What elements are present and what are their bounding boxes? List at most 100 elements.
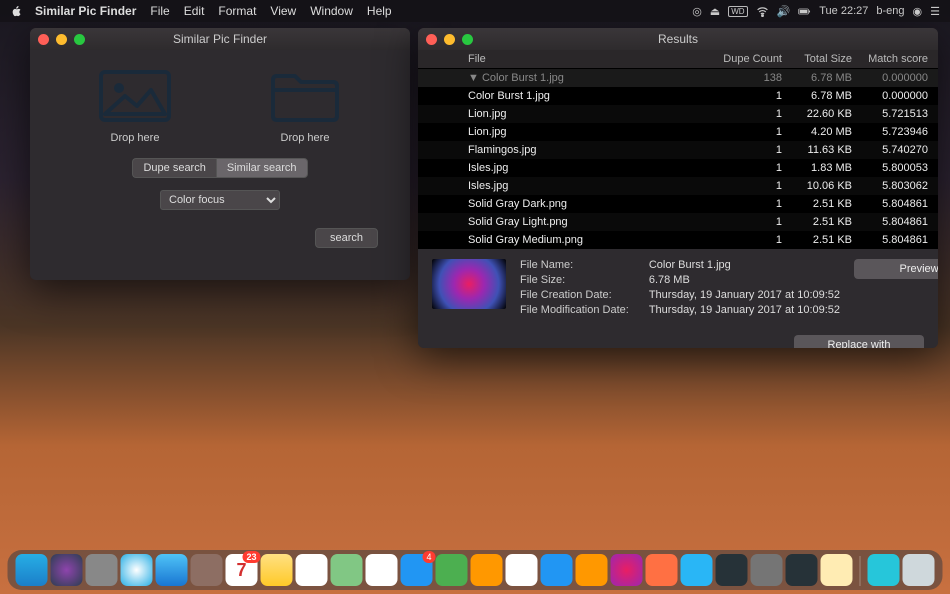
badge: 4 [422,551,435,563]
cell-size: 22.60 KB [788,105,858,123]
dock-mail-icon[interactable] [156,554,188,586]
results-table[interactable]: ▼ Color Burst 1.jpg1386.78 MB0.000000Col… [418,69,938,249]
cell-score: 0.000000 [858,69,938,87]
cell-score: 5.804861 [858,195,938,213]
dock: 723 4 [8,550,943,590]
dock-garageband-icon[interactable] [576,554,608,586]
results-header: File Dupe Count Total Size Match score [418,50,938,69]
dock-facetime-icon[interactable] [436,554,468,586]
dock-xcode-icon[interactable] [716,554,748,586]
dock-trash-icon[interactable] [903,554,935,586]
table-row[interactable]: Solid Gray Dark.png12.51 KB5.804861 [418,195,938,213]
status-airplay-icon[interactable]: ⏏ [710,5,720,18]
status-notification-icon[interactable]: ☰ [930,5,940,18]
cell-size: 2.51 KB [788,231,858,249]
cell-file: Lion.jpg [418,105,708,123]
dock-downloads-icon[interactable] [868,554,900,586]
dock-reminders-icon[interactable] [296,554,328,586]
status-wifi-icon[interactable] [756,5,769,18]
dock-appstore-icon[interactable] [681,554,713,586]
cell-file: Lion.jpg [418,123,708,141]
cell-size: 6.78 MB [788,69,858,87]
cell-size: 10.06 KB [788,177,858,195]
cell-dupe: 1 [708,231,788,249]
finder-titlebar[interactable]: Similar Pic Finder [30,28,410,50]
preview-button[interactable]: Preview [854,259,938,279]
symlink-button[interactable]: Replace with Symbolic Link [794,335,924,348]
table-row[interactable]: Solid Gray Medium.png12.51 KB5.804861 [418,231,938,249]
status-volume-icon[interactable]: 🔊 [777,5,791,18]
menubar: Similar Pic Finder File Edit Format View… [0,0,950,22]
dock-preferences-icon[interactable] [751,554,783,586]
cell-size: 4.20 MB [788,123,858,141]
status-battery-icon[interactable] [798,5,811,18]
dock-maps-icon[interactable] [331,554,363,586]
badge: 23 [242,551,260,563]
dock-safari-icon[interactable] [121,554,153,586]
cell-size: 2.51 KB [788,195,858,213]
dock-itunes-icon[interactable] [611,554,643,586]
image-icon [95,66,175,126]
dock-launchpad-icon[interactable] [86,554,118,586]
app-name[interactable]: Similar Pic Finder [35,4,136,18]
results-titlebar[interactable]: Results [418,28,938,50]
detail-value-name: Color Burst 1.jpg [649,259,840,271]
detail-label-modified: File Modification Date: [520,304,629,316]
dock-photos-icon[interactable] [366,554,398,586]
cell-size: 1.83 MB [788,159,858,177]
menu-edit[interactable]: Edit [184,4,205,18]
table-row[interactable]: Lion.jpg122.60 KB5.721513 [418,105,938,123]
dock-similar-pic-finder-icon[interactable] [821,554,853,586]
dropzone-folder-label: Drop here [281,132,330,144]
menu-window[interactable]: Window [310,4,353,18]
table-row[interactable]: Flamingos.jpg111.63 KB5.740270 [418,141,938,159]
col-file[interactable]: File [418,50,708,68]
table-row[interactable]: Color Burst 1.jpg16.78 MB0.000000 [418,87,938,105]
dock-contacts-icon[interactable] [191,554,223,586]
dock-terminal-icon[interactable] [786,554,818,586]
focus-select[interactable]: Color focus [160,190,280,210]
seg-dupe-search[interactable]: Dupe search [132,158,215,178]
menu-help[interactable]: Help [367,4,392,18]
col-score[interactable]: Match score [858,50,938,68]
dock-ibooks-icon[interactable] [646,554,678,586]
menu-format[interactable]: Format [218,4,256,18]
dock-keynote-icon[interactable] [541,554,573,586]
status-user[interactable]: b-eng [876,5,904,17]
table-row[interactable]: Lion.jpg14.20 MB5.723946 [418,123,938,141]
dock-finder-icon[interactable] [16,554,48,586]
dropzone-folder[interactable]: Drop here [265,66,345,144]
cell-size: 2.51 KB [788,213,858,231]
cell-file: Isles.jpg [418,177,708,195]
dock-numbers-icon[interactable] [506,554,538,586]
cell-score: 5.804861 [858,231,938,249]
cell-dupe: 1 [708,105,788,123]
apple-menu-icon[interactable] [10,4,23,18]
table-row[interactable]: Isles.jpg110.06 KB5.803062 [418,177,938,195]
cell-dupe: 138 [708,69,788,87]
results-title: Results [418,32,938,46]
status-disk-icon[interactable]: WD [728,6,747,17]
dropzone-images[interactable]: Drop here [95,66,175,144]
col-size[interactable]: Total Size [788,50,858,68]
dock-messages-icon[interactable]: 4 [401,554,433,586]
status-donotdisturb-icon[interactable]: ◎ [692,5,702,18]
table-row[interactable]: Solid Gray Light.png12.51 KB5.804861 [418,213,938,231]
status-clock[interactable]: Tue 22:27 [819,5,868,17]
cell-score: 5.804861 [858,213,938,231]
table-row[interactable]: Isles.jpg11.83 MB5.800053 [418,159,938,177]
menu-view[interactable]: View [270,4,296,18]
search-button[interactable]: search [315,228,378,248]
detail-value-created: Thursday, 19 January 2017 at 10:09:52 [649,289,840,301]
seg-similar-search[interactable]: Similar search [216,158,308,178]
dock-notes-icon[interactable] [261,554,293,586]
table-row[interactable]: ▼ Color Burst 1.jpg1386.78 MB0.000000 [418,69,938,87]
dock-siri-icon[interactable] [51,554,83,586]
dock-pages-icon[interactable] [471,554,503,586]
col-dupe[interactable]: Dupe Count [708,50,788,68]
dock-calendar-icon[interactable]: 723 [226,554,258,586]
status-spotlight-icon[interactable]: ◉ [913,5,923,18]
cell-score: 5.723946 [858,123,938,141]
detail-label-created: File Creation Date: [520,289,629,301]
menu-file[interactable]: File [150,4,169,18]
